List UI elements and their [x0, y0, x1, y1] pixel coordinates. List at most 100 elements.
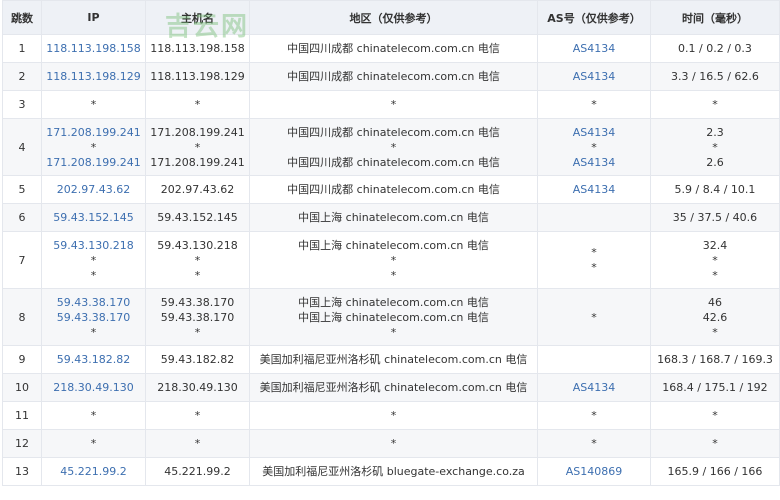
as-cell: AS140869	[537, 457, 651, 486]
region-cell: 中国四川成都 chinatelecom.com.cn 电信	[249, 175, 538, 204]
hostname-text: 218.30.49.130	[157, 381, 238, 394]
region-text: 中国四川成都 chinatelecom.com.cn 电信	[287, 70, 500, 83]
region-text: 中国四川成都 chinatelecom.com.cn 电信	[287, 42, 500, 55]
time-cell: 3.3 / 16.5 / 62.6	[650, 62, 780, 91]
as-cell: AS4134	[537, 175, 651, 204]
time-cell: 46 42.6 *	[650, 288, 780, 346]
time-cell: 168.4 / 175.1 / 192	[650, 373, 780, 402]
as-text: *	[591, 261, 597, 274]
as-cell: *	[537, 429, 651, 458]
ip-link[interactable]: 118.113.198.129	[42, 69, 145, 84]
hop-cell: 6	[2, 203, 42, 232]
ip-cell: *	[41, 401, 146, 430]
ip-link[interactable]: 118.113.198.158	[42, 41, 145, 56]
hostname-cell: 202.97.43.62	[145, 175, 250, 204]
region-text: 中国四川成都 chinatelecom.com.cn 电信	[287, 125, 500, 139]
hop-cell: 7	[2, 231, 42, 289]
as-link[interactable]: AS4134	[538, 125, 650, 140]
as-link[interactable]: AS4134	[538, 182, 650, 197]
ip-link[interactable]: 171.208.199.241	[42, 155, 145, 170]
ip-cell: 45.221.99.2	[41, 457, 146, 486]
region-text: *	[390, 409, 397, 422]
ip-link[interactable]: 59.43.152.145	[42, 210, 145, 225]
region-cell: *	[249, 401, 538, 430]
as-text: *	[591, 310, 597, 324]
table-row: 13 45.221.99.2 45.221.99.2 美国加利福尼亚州洛杉矶 blue…	[2, 457, 780, 486]
ip-link[interactable]: 59.43.130.218	[42, 238, 145, 253]
as-cell	[537, 203, 651, 232]
hostname-text: 171.208.199.241	[150, 125, 245, 139]
table-row: 10 218.30.49.130 218.30.49.130 美国加利福尼亚州洛杉矶 …	[2, 373, 780, 402]
table-row: 4 171.208.199.241 * 171.208.199.241 171.208.…	[2, 118, 780, 176]
region-cell: 中国上海 chinatelecom.com.cn 电信	[249, 203, 538, 232]
region-cell: 中国四川成都 chinatelecom.com.cn 电信	[249, 34, 538, 63]
as-cell	[537, 345, 651, 374]
as-cell: AS4134	[537, 373, 651, 402]
hostname-text: *	[194, 140, 201, 154]
table-row: 12 * * * * *	[2, 429, 780, 458]
time-cell: 165.9 / 166 / 166	[650, 457, 780, 486]
hostname-cell: 59.43.130.218 * *	[145, 231, 250, 289]
hostname-text: 202.97.43.62	[160, 183, 235, 196]
region-text: 中国上海 chinatelecom.com.cn 电信	[298, 238, 489, 252]
region-cell: *	[249, 429, 538, 458]
region-text: 中国上海 chinatelecom.com.cn 电信	[298, 310, 489, 324]
ip-link[interactable]: 218.30.49.130	[42, 380, 145, 395]
hostname-text: 45.221.99.2	[164, 465, 231, 478]
time-cell: *	[650, 90, 780, 119]
hostname-cell: 59.43.182.82	[145, 345, 250, 374]
region-text: 中国四川成都 chinatelecom.com.cn 电信	[287, 155, 500, 169]
ip-link[interactable]: 202.97.43.62	[42, 182, 145, 197]
time-text: 2.3	[706, 125, 724, 139]
as-cell: * *	[537, 231, 651, 289]
ip-link[interactable]: 171.208.199.241	[42, 125, 145, 140]
time-text: 0.1 / 0.2 / 0.3	[678, 42, 752, 55]
region-text: 美国加利福尼亚州洛杉矶 chinatelecom.com.cn 电信	[259, 353, 528, 366]
region-text: 美国加利福尼亚州洛杉矶 bluegate-exchange.co.za	[262, 465, 525, 478]
table-row: 2 118.113.198.129 118.113.198.129 中国四川成都 ch…	[2, 62, 780, 91]
time-text: *	[712, 140, 718, 154]
time-cell: 168.3 / 168.7 / 169.3	[650, 345, 780, 374]
hop-cell: 9	[2, 345, 42, 374]
as-link[interactable]: AS140869	[538, 464, 650, 479]
time-text: 3.3 / 16.5 / 62.6	[671, 70, 759, 83]
region-text: 中国上海 chinatelecom.com.cn 电信	[298, 211, 489, 224]
as-text: *	[591, 246, 597, 259]
hostname-cell: 118.113.198.129	[145, 62, 250, 91]
hostname-text: 59.43.152.145	[157, 211, 238, 224]
time-cell: *	[650, 401, 780, 430]
ip-link[interactable]: 59.43.38.170	[42, 295, 145, 310]
hostname-text: *	[194, 98, 201, 111]
ip-link[interactable]: 59.43.38.170	[42, 310, 145, 325]
hostname-text: 59.43.182.82	[160, 353, 235, 366]
table-row: 6 59.43.152.145 59.43.152.145 中国上海 chinatel…	[2, 203, 780, 232]
as-link[interactable]: AS4134	[538, 380, 650, 395]
time-text: 168.3 / 168.7 / 169.3	[657, 353, 773, 366]
ip-link[interactable]: 45.221.99.2	[42, 464, 145, 479]
region-cell: 美国加利福尼亚州洛杉矶 chinatelecom.com.cn 电信	[249, 345, 538, 374]
ip-cell: 59.43.182.82	[41, 345, 146, 374]
time-text: 42.6	[702, 310, 728, 324]
region-text: *	[390, 268, 397, 282]
as-link[interactable]: AS4134	[538, 69, 650, 84]
region-cell: 美国加利福尼亚州洛杉矶 bluegate-exchange.co.za	[249, 457, 538, 486]
hostname-cell: *	[145, 401, 250, 430]
ip-text: *	[90, 437, 97, 450]
as-text: *	[591, 409, 597, 422]
ip-cell: *	[41, 429, 146, 458]
region-cell: 中国上海 chinatelecom.com.cn 电信 中国上海 chinatel…	[249, 288, 538, 346]
hostname-text: *	[194, 325, 201, 339]
hostname-text: *	[194, 253, 201, 267]
table-header-row: 跳数 IP 主机名 地区（仅供参考） AS号（仅供参考） 时间（毫秒）	[2, 0, 780, 35]
ip-cell: 118.113.198.158	[41, 34, 146, 63]
header-hop: 跳数	[2, 0, 42, 35]
time-text: *	[712, 98, 718, 111]
as-link[interactable]: AS4134	[538, 155, 650, 170]
table-row: 9 59.43.182.82 59.43.182.82 美国加利福尼亚州洛杉矶 chi…	[2, 345, 780, 374]
hostname-cell: 218.30.49.130	[145, 373, 250, 402]
as-link[interactable]: AS4134	[538, 41, 650, 56]
as-cell: *	[537, 288, 651, 346]
ip-link[interactable]: 59.43.182.82	[42, 352, 145, 367]
ip-cell: 171.208.199.241 * 171.208.199.241	[41, 118, 146, 176]
hostname-text: *	[194, 409, 201, 422]
